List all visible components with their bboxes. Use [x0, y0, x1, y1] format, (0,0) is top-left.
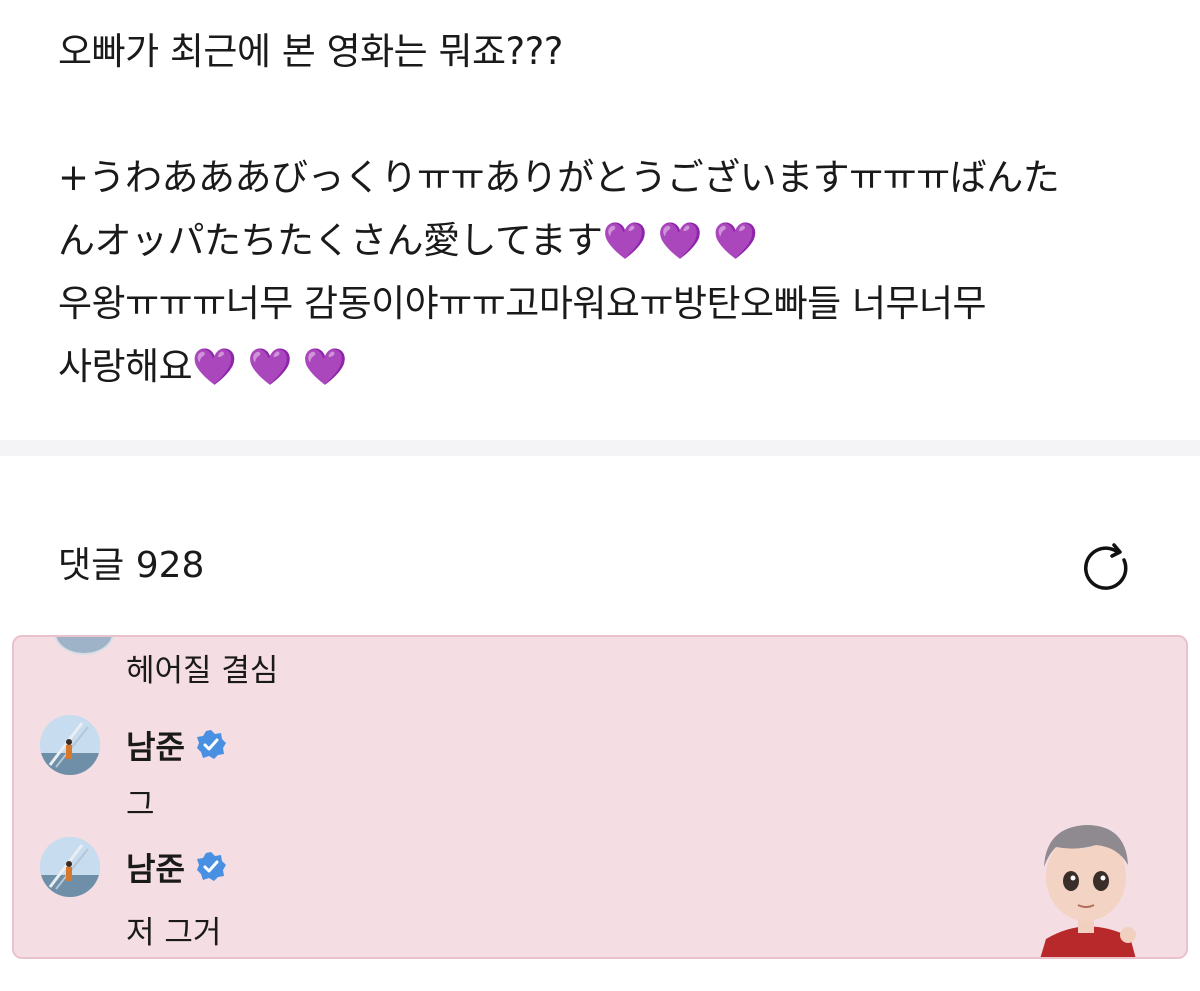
comment-author-row: 남준 [40, 715, 227, 775]
comment-text: 헤어질 결심 [126, 653, 279, 689]
post-line-3: +うわあああびっくりㅠㅠありがとうございますㅠㅠㅠばんた [58, 156, 1060, 199]
comments-header: 댓글 928 [58, 540, 204, 592]
comment-text: 저 그거 [126, 915, 222, 951]
comment-author-name[interactable]: 남준 [126, 844, 185, 890]
purple-heart-icon: 💜 💜 💜 [602, 221, 758, 262]
avatar[interactable] [40, 715, 100, 775]
post-line-5: 우왕ㅠㅠㅠ너무 감동이야ㅠㅠ고마워요ㅠ방탄오빠들 너무너무 [58, 282, 987, 325]
comment-author-name[interactable]: 남준 [126, 722, 185, 768]
avatar[interactable] [40, 837, 100, 897]
comments-label: 댓글 [58, 545, 125, 586]
post-line-4-text: んオッパたちたくさん愛してます [58, 219, 603, 262]
post-line-1: 오빠가 최근에 본 영화는 뭐죠??? [58, 30, 563, 73]
refresh-button[interactable] [1078, 540, 1134, 596]
avatar [54, 637, 114, 655]
purple-heart-icon: 💜 💜 💜 [192, 347, 348, 388]
verified-badge-icon [195, 851, 227, 883]
comment-author-row: 남준 [40, 837, 227, 897]
comments-count: 928 [135, 545, 205, 586]
post-line-6: 사랑해요💜 💜 💜 [58, 335, 1158, 398]
comment-text: 그 [126, 787, 155, 823]
verified-badge-icon [195, 729, 227, 761]
post-body: 오빠가 최근에 본 영화는 뭐죠??? +うわあああびっくりㅠㅠありがとうござい… [58, 20, 1158, 398]
comment-thread-panel: 헤어질 결심 남준 그 남준 저 그거 [12, 635, 1188, 959]
section-divider [0, 440, 1200, 456]
refresh-icon [1084, 543, 1128, 590]
character-sticker [1040, 825, 1136, 957]
post-line-4: んオッパたちたくさん愛してます💜 💜 💜 [58, 209, 1158, 272]
post-line-6-text: 사랑해요 [58, 345, 193, 388]
